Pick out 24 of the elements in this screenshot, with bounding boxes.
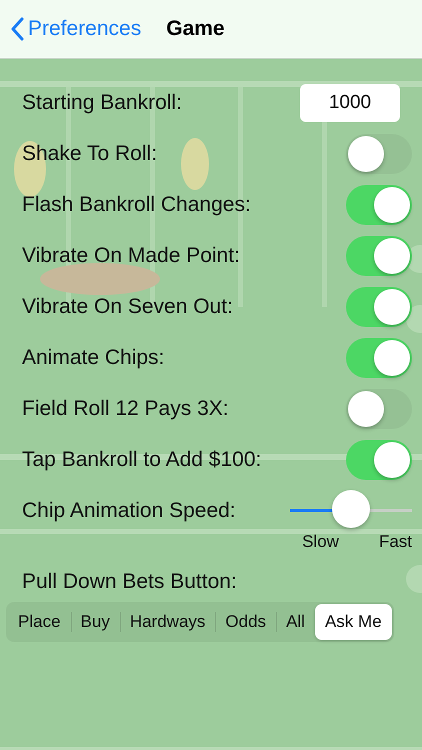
setting-label: Shake To Roll: — [22, 142, 158, 166]
bankroll-field[interactable]: 1000 — [300, 84, 400, 122]
min-label: Slow — [302, 532, 339, 552]
max-label: Fast — [378, 532, 412, 552]
segment-option[interactable]: Buy — [70, 604, 120, 640]
segment-option[interactable]: Ask Me — [314, 604, 392, 640]
setting-label: Animate Chips: — [22, 346, 164, 370]
setting-label: Starting Bankroll: — [22, 90, 182, 114]
toggle-switch[interactable] — [346, 388, 412, 428]
setting-label: Vibrate On Seven Out: — [22, 294, 233, 318]
segment-option[interactable]: Place — [8, 604, 71, 640]
setting-label: Tap Bankroll to Add $100: — [22, 448, 262, 472]
toggle-switch[interactable] — [346, 134, 412, 174]
setting-label: Chip Animation Speed: — [22, 498, 236, 522]
screen-title: Game — [166, 17, 225, 41]
segment-option[interactable]: Odds — [215, 604, 276, 640]
setting-label: Flash Bankroll Changes: — [22, 192, 251, 216]
section-label: Pull Down Bets Button: — [22, 569, 237, 595]
back-button[interactable]: Preferences — [10, 17, 142, 41]
segment-option[interactable]: All — [276, 604, 315, 640]
setting-label: Vibrate On Made Point: — [22, 244, 240, 268]
segment-option[interactable]: Hardways — [120, 604, 216, 640]
chevron-icon — [10, 17, 24, 41]
setting-label: Field Roll 12 Pays 3X: — [22, 396, 229, 420]
